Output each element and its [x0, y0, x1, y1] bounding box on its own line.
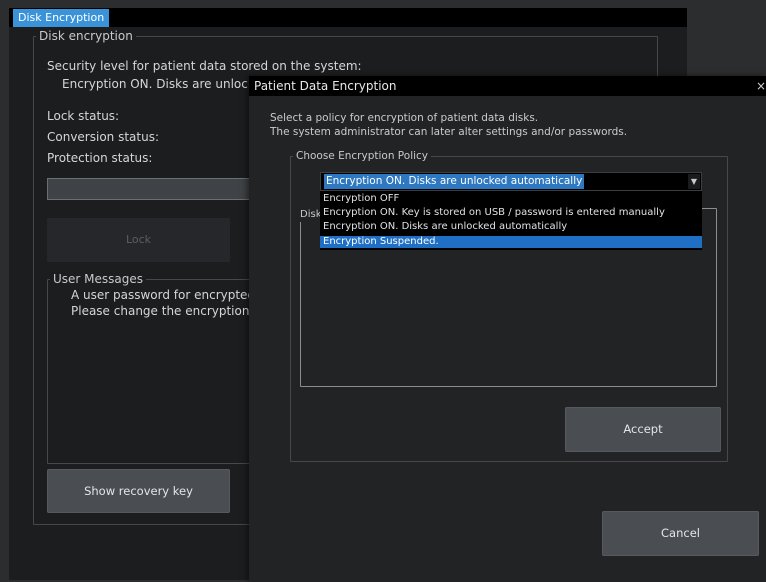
- dialog-description-line2: The system administrator can later alter…: [270, 126, 628, 138]
- lock-button[interactable]: Lock: [47, 218, 230, 262]
- security-level-label: Security level for patient data stored o…: [47, 59, 362, 73]
- accept-button[interactable]: Accept: [565, 407, 721, 452]
- tab-disk-encryption[interactable]: Disk Encryption: [13, 9, 110, 27]
- policy-option-unlocked-automatically[interactable]: Encryption ON. Disks are unlocked automa…: [320, 221, 702, 233]
- close-icon[interactable]: ×: [756, 78, 766, 94]
- protection-status-label: Protection status:: [47, 151, 153, 165]
- encryption-policy-selected-value[interactable]: Encryption ON. Disks are unlocked automa…: [324, 174, 585, 189]
- dialog-description-line1: Select a policy for encryption of patien…: [270, 112, 539, 124]
- user-message-line: Please change the encryption p: [71, 304, 261, 318]
- conversion-status-label: Conversion status:: [47, 130, 160, 144]
- show-recovery-key-button[interactable]: Show recovery key: [47, 469, 230, 513]
- cancel-button[interactable]: Cancel: [602, 511, 759, 556]
- policy-option-encryption-off[interactable]: Encryption OFF: [320, 193, 702, 205]
- tab-bar: [9, 8, 687, 27]
- disk-encryption-group-title: Disk encryption: [36, 29, 136, 43]
- encryption-policy-group-title: Choose Encryption Policy: [293, 149, 432, 163]
- policy-option-usb-password[interactable]: Encryption ON. Key is stored on USB / pa…: [320, 207, 702, 219]
- password-input[interactable]: [47, 178, 250, 200]
- dialog-title: Patient Data Encryption: [254, 79, 397, 93]
- encryption-policy-dropdown: Encryption OFF Encryption ON. Key is sto…: [320, 191, 702, 250]
- chevron-down-icon[interactable]: ▼: [688, 174, 700, 189]
- user-messages-title: User Messages: [50, 272, 147, 286]
- lock-status-label: Lock status:: [47, 109, 120, 123]
- policy-option-suspended[interactable]: Encryption Suspended.: [320, 236, 702, 248]
- security-level-value: Encryption ON. Disks are unlock: [62, 77, 255, 91]
- disk-group-title: Disk: [300, 208, 322, 222]
- user-message-line: A user password for encrypted: [71, 288, 256, 302]
